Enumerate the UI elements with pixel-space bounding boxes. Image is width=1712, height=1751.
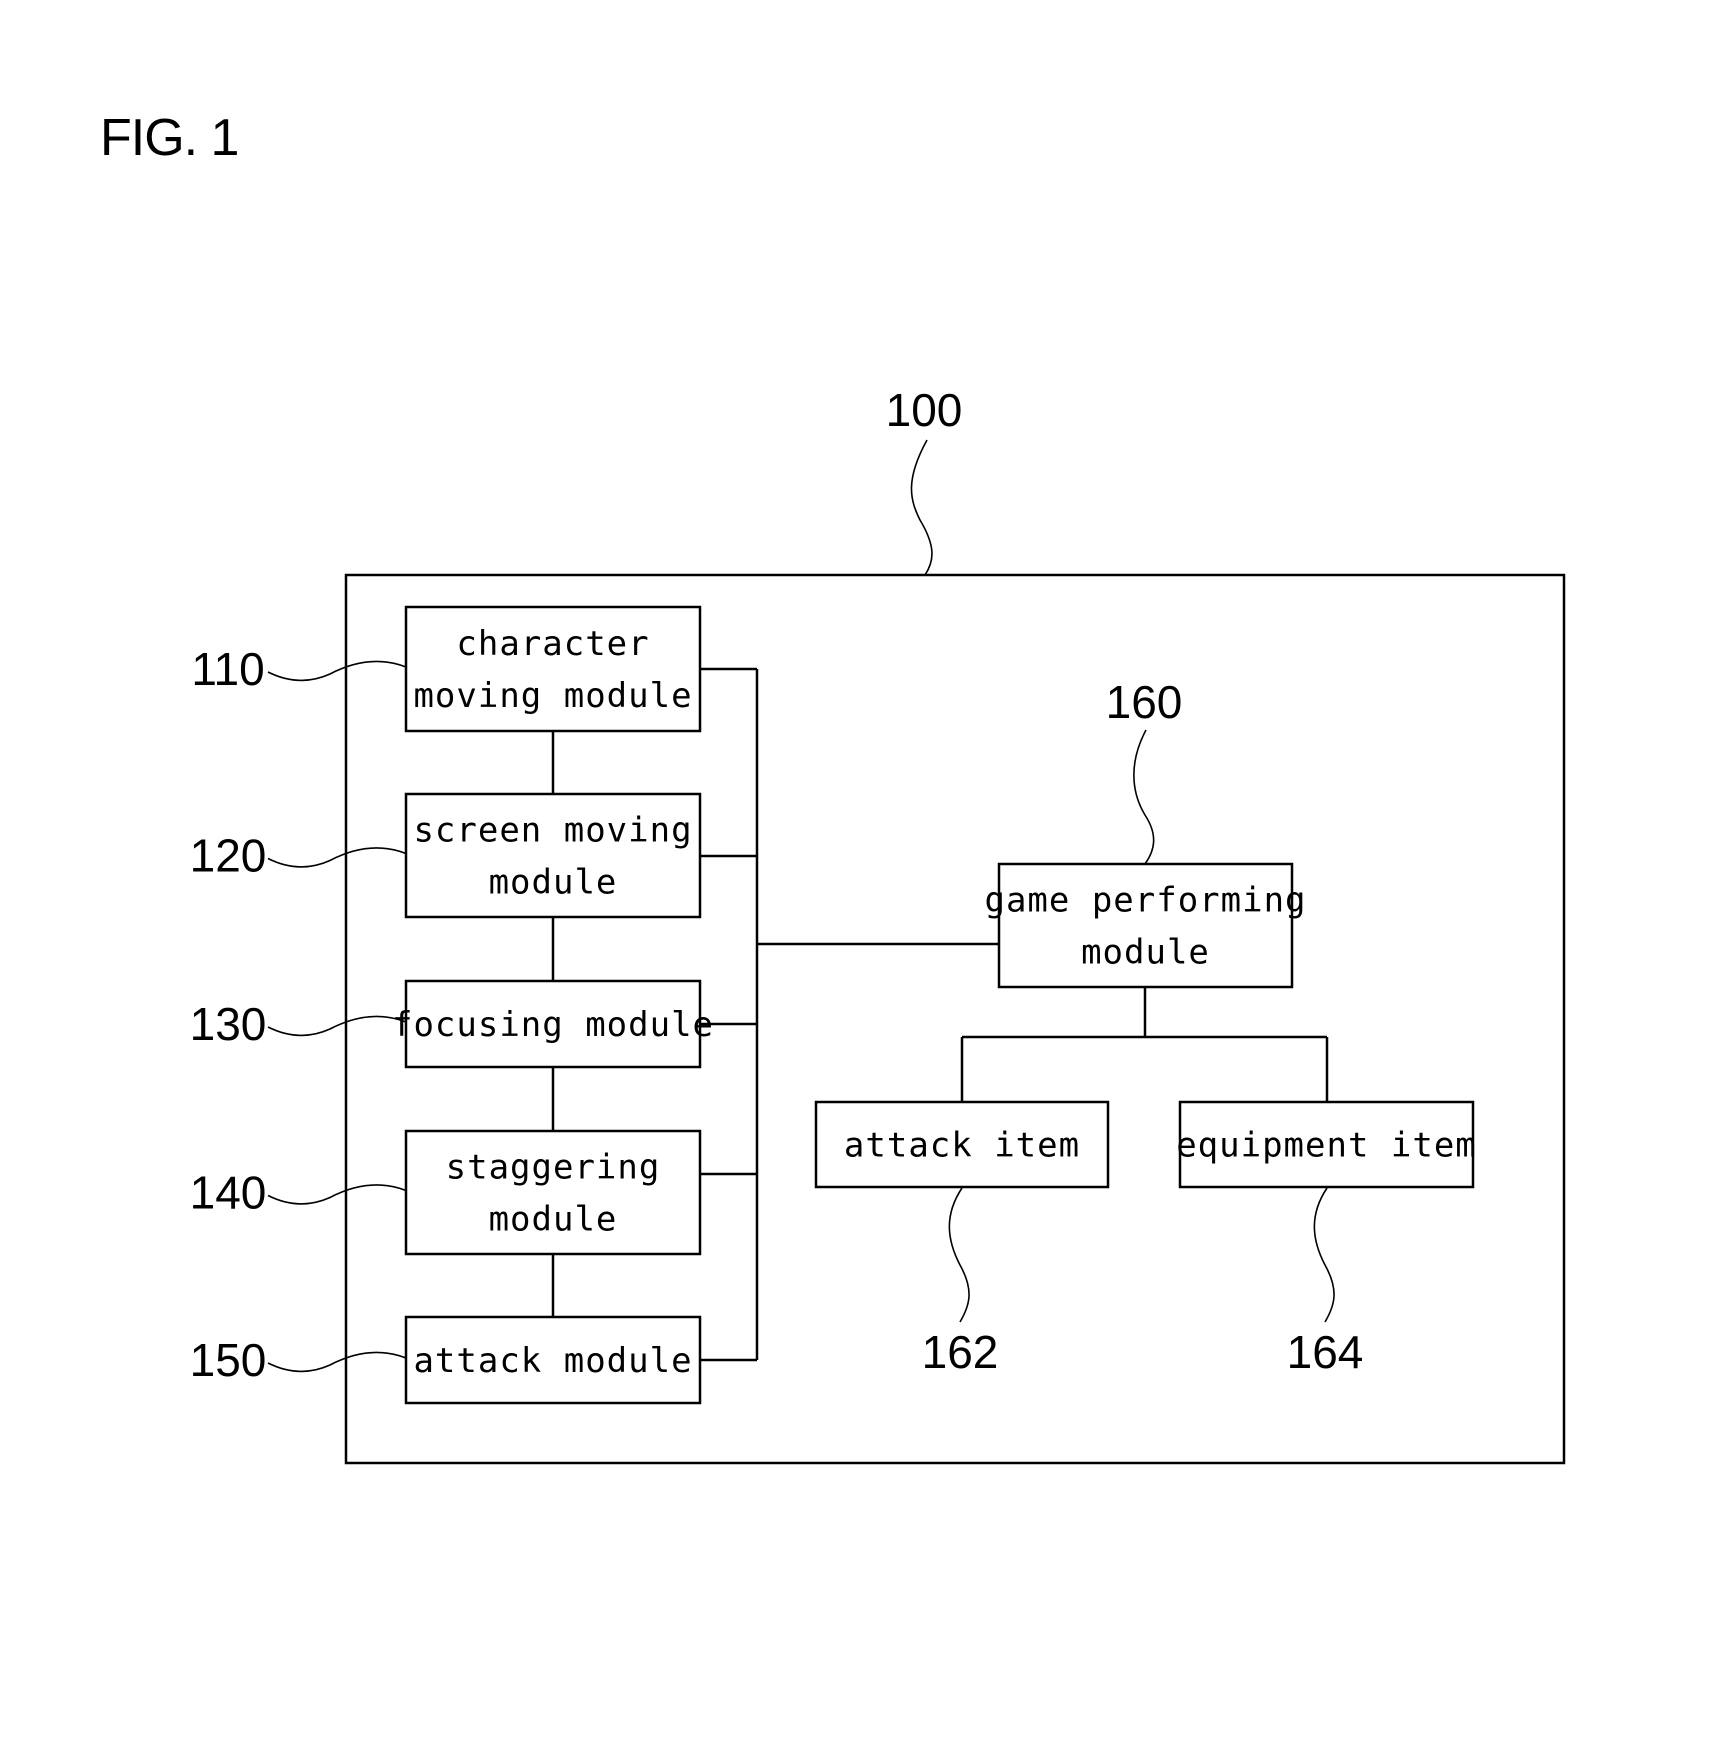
ref-label-160: 160	[1106, 676, 1183, 728]
attack-item-box-label-line: attack item	[844, 1126, 1080, 1166]
staggering-module-box-label-line: staggering	[446, 1148, 661, 1188]
leader-line-160	[1133, 729, 1155, 865]
leader-line-150	[267, 1351, 407, 1373]
attack-item-box: attack item	[814, 1100, 1110, 1189]
leader-line-164	[1313, 1187, 1335, 1323]
character-moving-module-box-label-line: character	[456, 624, 649, 664]
equipment-item-box: equipment item	[1176, 1100, 1477, 1189]
ref-label-164: 164	[1287, 1326, 1364, 1378]
ref-label-140: 140	[190, 1167, 267, 1219]
screen-moving-module-box-label-line: screen moving	[413, 811, 692, 851]
attack-module-box: attack module	[404, 1315, 702, 1405]
screen-moving-module-box: screen moving module	[404, 792, 702, 919]
equipment-item-box-label-line: equipment item	[1176, 1126, 1477, 1166]
ref-label-162: 162	[922, 1326, 999, 1378]
screen-moving-module-box-label-line: module	[489, 863, 618, 903]
attack-module-box-label-line: attack module	[413, 1341, 692, 1381]
character-moving-module-box-label-line: moving module	[413, 676, 692, 716]
game-performing-module-box: game performing module	[984, 862, 1306, 989]
ref-label-110: 110	[191, 643, 264, 695]
leader-line-140	[267, 1184, 407, 1205]
ref-label-150: 150	[190, 1334, 267, 1386]
character-moving-module-box: character moving module	[404, 605, 702, 733]
focusing-module-box: focusing module	[392, 979, 714, 1069]
block-diagram: 100 character moving module 110 screen movi…	[190, 384, 1566, 1465]
staggering-module-box: staggering module	[404, 1129, 702, 1256]
leader-line-130	[267, 1015, 407, 1037]
ref-label-120: 120	[190, 830, 267, 882]
leader-line-120	[267, 847, 407, 868]
focusing-module-box-label-line: focusing module	[392, 1005, 714, 1045]
leader-line-162	[948, 1187, 970, 1323]
staggering-module-box-label-line: module	[489, 1200, 618, 1240]
game-performing-module-box-label-line: module	[1081, 933, 1210, 973]
leader-line-system	[910, 439, 933, 576]
ref-label-system: 100	[886, 384, 963, 436]
game-performing-module-box-label-line: game performing	[984, 881, 1306, 921]
ref-label-130: 130	[190, 998, 267, 1050]
leader-line-110	[267, 660, 407, 682]
